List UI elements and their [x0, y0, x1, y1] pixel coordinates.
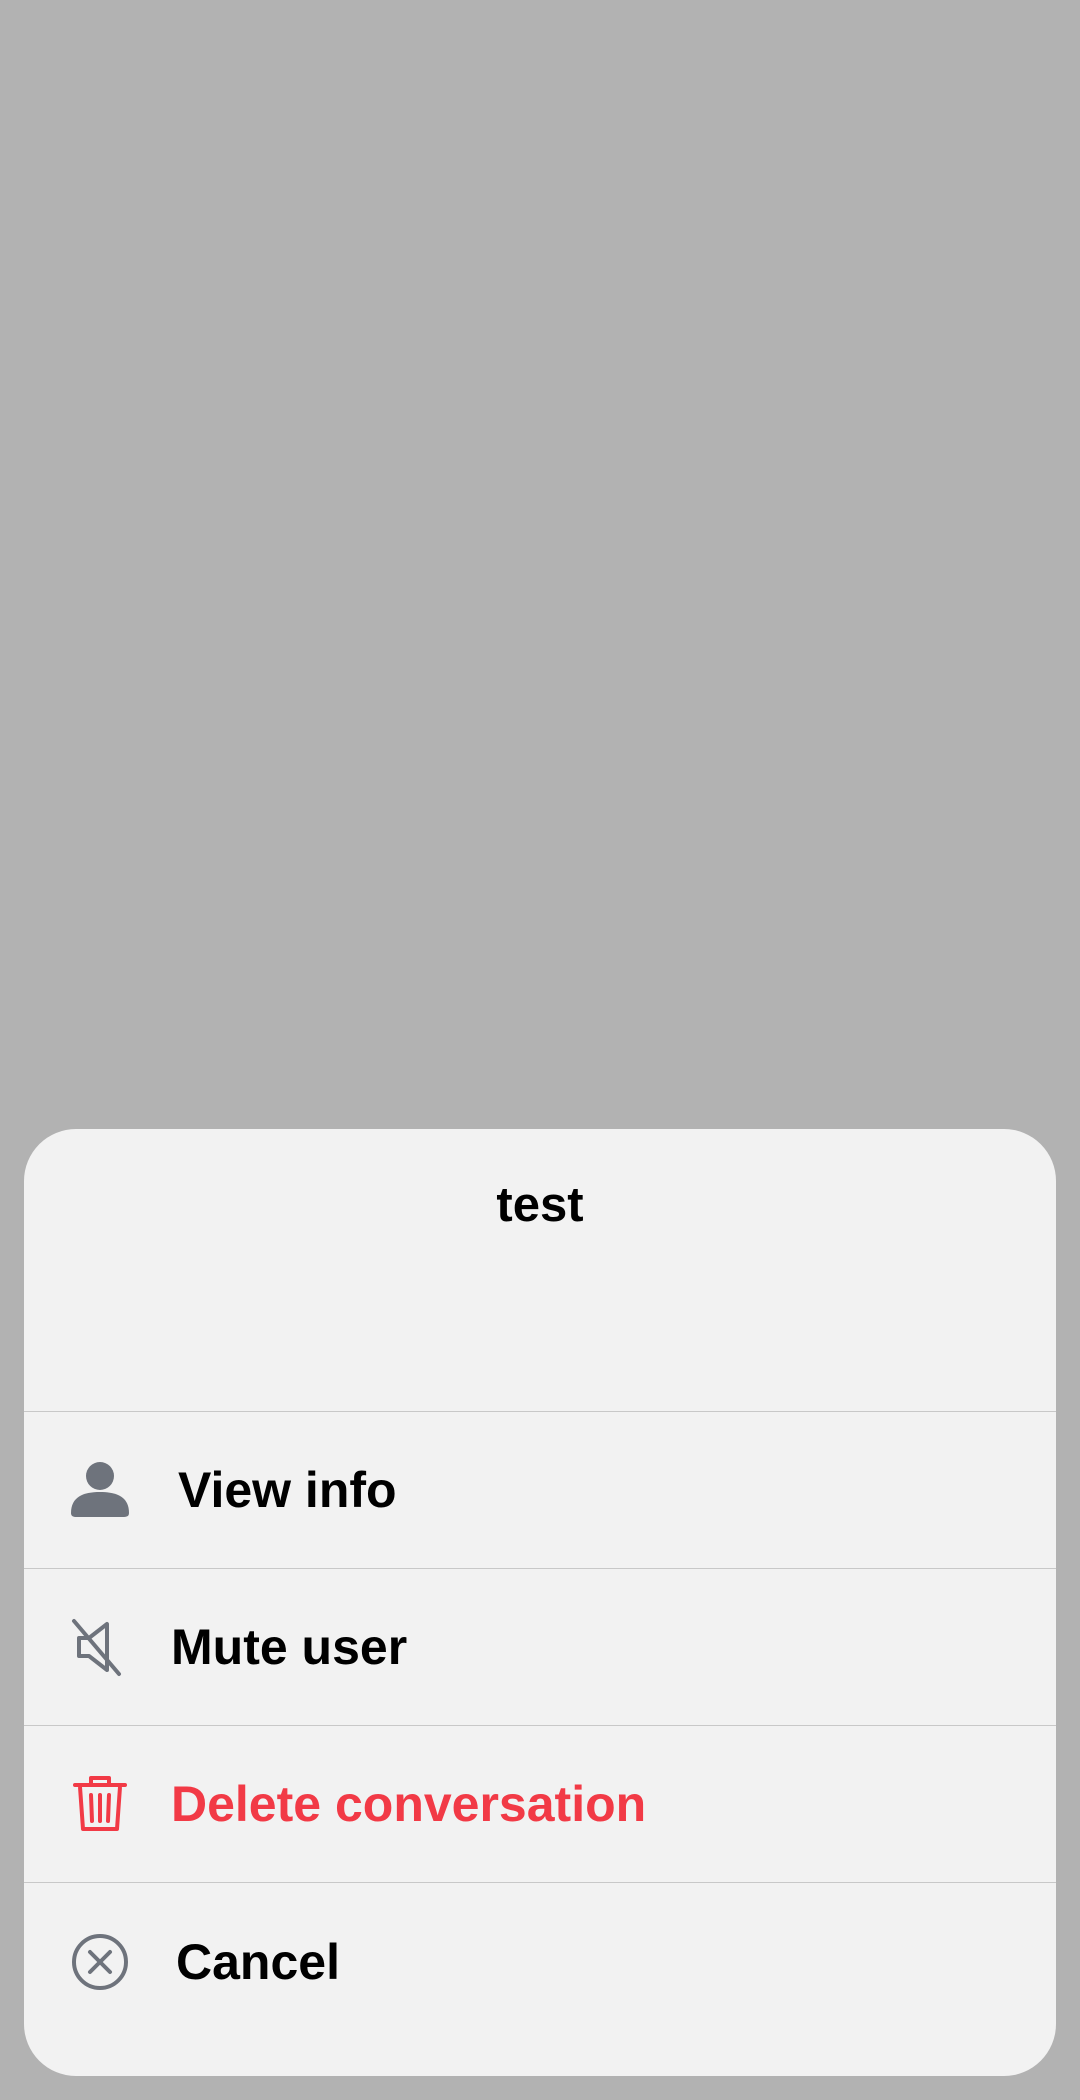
person-icon: [69, 1459, 131, 1521]
view-info-label: View info: [178, 1462, 397, 1518]
muted-speaker-icon: [69, 1616, 131, 1678]
cancel-button[interactable]: Cancel: [24, 1883, 1056, 2040]
mute-user-button[interactable]: Mute user: [24, 1569, 1056, 1726]
delete-conversation-label: Delete conversation: [171, 1776, 647, 1832]
mute-user-label: Mute user: [171, 1619, 408, 1675]
view-info-button[interactable]: View info: [24, 1412, 1056, 1569]
action-sheet: test View info Mute user Delete conversa…: [24, 1129, 1056, 2076]
close-circle-icon: [69, 1931, 131, 1993]
action-sheet-header: test: [24, 1129, 1056, 1412]
cancel-label: Cancel: [176, 1933, 340, 1990]
action-sheet-title: test: [496, 1178, 584, 1232]
delete-conversation-button[interactable]: Delete conversation: [24, 1726, 1056, 1883]
trash-icon: [69, 1773, 131, 1835]
